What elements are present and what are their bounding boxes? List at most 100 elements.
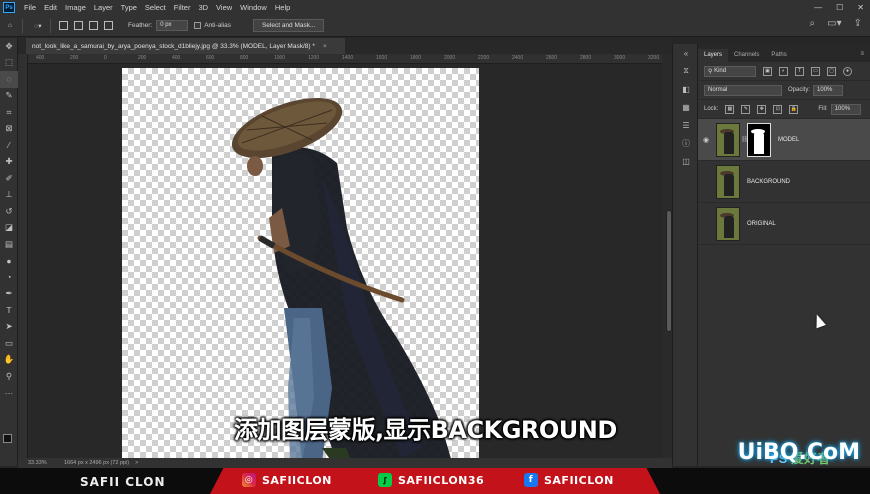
status-menu-arrow-icon[interactable]: >	[135, 460, 138, 466]
marquee-tool-icon[interactable]: ⬚	[0, 55, 18, 72]
lasso-tool-icon[interactable]: ◌	[0, 71, 18, 88]
swatches-icon[interactable]: ▦	[673, 98, 699, 116]
eraser-tool-icon[interactable]: ◪	[0, 220, 18, 237]
panel-menu-icon[interactable]: ≡	[854, 51, 870, 62]
crop-tool-icon[interactable]: ⌗	[0, 104, 18, 121]
filter-toggle-icon[interactable]: ●	[843, 66, 852, 76]
history-icon[interactable]: ⧖	[673, 62, 699, 80]
brush-tool-icon[interactable]: ✐	[0, 170, 18, 187]
menu-layer[interactable]: Layer	[90, 3, 117, 12]
blend-mode-select[interactable]: Normal	[704, 84, 782, 96]
pen-tool-icon[interactable]: ✒	[0, 286, 18, 303]
close-tab-icon[interactable]: ×	[323, 43, 327, 50]
add-selection-icon[interactable]	[74, 21, 83, 30]
select-and-mask-button[interactable]: Select and Mask...	[252, 19, 325, 32]
share-icon[interactable]: ⇪	[854, 18, 862, 29]
lock-image-icon[interactable]: ✎	[741, 104, 751, 114]
tab-channels[interactable]: Channels	[728, 49, 765, 62]
menu-view[interactable]: View	[212, 3, 236, 12]
info-icon[interactable]: ⓘ	[673, 134, 699, 152]
workspace-icon[interactable]: ▭▾	[827, 18, 841, 29]
rectangle-tool-icon[interactable]: ▭	[0, 335, 18, 352]
frame-tool-icon[interactable]: ⊠	[0, 121, 18, 138]
dodge-tool-icon[interactable]: ◔	[0, 269, 18, 286]
filter-shape-icon[interactable]: ▭	[811, 66, 820, 76]
filter-pixel-icon[interactable]: ▣	[763, 66, 772, 76]
new-selection-icon[interactable]	[59, 21, 68, 30]
subtract-selection-icon[interactable]	[89, 21, 98, 30]
lasso-preset-icon[interactable]: ◌▾	[31, 19, 45, 33]
filter-adjustment-icon[interactable]: ◐	[779, 66, 788, 76]
close-window-icon[interactable]: ✕	[857, 3, 864, 12]
layer-row-model[interactable]: ◉ ⛓ MODEL	[698, 119, 870, 161]
menu-file[interactable]: File	[20, 3, 40, 12]
menu-edit[interactable]: Edit	[40, 3, 61, 12]
facebook-text: SAFIICLON	[544, 473, 614, 487]
path-selection-tool-icon[interactable]: ➤	[0, 319, 18, 336]
menu-select[interactable]: Select	[141, 3, 170, 12]
lock-position-icon[interactable]: ✥	[757, 104, 767, 114]
filter-kind-select[interactable]: ⚲ Kind	[704, 65, 756, 77]
opacity-input[interactable]: 100%	[813, 84, 844, 96]
layer-row-original[interactable]: ORIGINAL	[698, 203, 870, 245]
clone-stamp-tool-icon[interactable]: ⊥	[0, 187, 18, 204]
filter-type-icon[interactable]: T	[795, 66, 804, 76]
layer-name: MODEL	[778, 136, 800, 143]
panel-icon-strip: « ⧖ ◧ ▦ ☰ ⓘ ◫	[672, 44, 698, 466]
history-brush-tool-icon[interactable]: ↺	[0, 203, 18, 220]
menu-help[interactable]: Help	[271, 3, 294, 12]
properties-icon[interactable]: ☰	[673, 116, 699, 134]
hand-tool-icon[interactable]: ✋	[0, 352, 18, 369]
deviantart-text: SAFIICLON36	[398, 473, 485, 487]
document-canvas[interactable]	[122, 68, 479, 458]
maximize-icon[interactable]: ☐	[836, 3, 843, 12]
intersect-selection-icon[interactable]	[104, 21, 113, 30]
layer-row-background[interactable]: BACKGROUND	[698, 161, 870, 203]
ruler-tick-label: 600	[206, 55, 215, 61]
lock-transparent-icon[interactable]: ▦	[725, 104, 735, 114]
minimize-icon[interactable]: —	[814, 3, 822, 12]
zoom-tool-icon[interactable]: ⚲	[0, 368, 18, 385]
healing-brush-tool-icon[interactable]: ✚	[0, 154, 18, 171]
more-tools-icon[interactable]: ···	[0, 385, 18, 402]
quick-selection-tool-icon[interactable]: ✎	[0, 88, 18, 105]
window-controls: — ☐ ✕	[814, 0, 864, 15]
layer-thumbnail	[716, 206, 740, 241]
color-icon[interactable]: ◧	[673, 80, 699, 98]
feather-input[interactable]: 0 px	[156, 20, 189, 31]
vertical-scrollbar[interactable]	[662, 54, 672, 458]
tab-paths[interactable]: Paths	[765, 49, 792, 62]
collapse-panels-icon[interactable]: «	[673, 44, 699, 62]
status-bar: 33.33% 1664 px x 2496 px (72 ppi) >	[18, 458, 672, 468]
layer-mask-thumbnail[interactable]	[747, 122, 771, 157]
menu-type[interactable]: Type	[117, 3, 141, 12]
home-icon[interactable]: ⌂	[3, 19, 17, 33]
gradient-tool-icon[interactable]: ▤	[0, 236, 18, 253]
eyedropper-tool-icon[interactable]: ⁄	[0, 137, 18, 154]
type-tool-icon[interactable]: T	[0, 302, 18, 319]
video-subtitle: 添加图层蒙版,显示BACKGROUND	[234, 416, 617, 444]
fill-label: Fill:	[818, 106, 828, 112]
fill-input[interactable]: 100%	[830, 103, 861, 115]
libraries-icon[interactable]: ◫	[673, 152, 699, 170]
menu-window[interactable]: Window	[236, 3, 271, 12]
document-tab[interactable]: not_look_like_a_samurai_by_arya_poenya_s…	[26, 38, 345, 54]
lock-all-icon[interactable]: 🔒	[789, 104, 799, 114]
antialias-checkbox[interactable]	[194, 22, 202, 29]
tab-layers[interactable]: Layers	[698, 49, 729, 62]
deviantart-handle: ꭍ SAFIICLON36	[378, 473, 484, 487]
canvas-workspace[interactable]	[28, 64, 662, 458]
search-icon[interactable]: ⌕	[810, 18, 816, 29]
move-tool-icon[interactable]: ✥	[0, 38, 18, 55]
blur-tool-icon[interactable]: ●	[0, 253, 18, 270]
instagram-icon: ◎	[242, 473, 256, 487]
visibility-eye-icon[interactable]: ◉	[698, 136, 714, 144]
menu-filter[interactable]: Filter	[170, 3, 195, 12]
menu-3d[interactable]: 3D	[194, 3, 212, 12]
zoom-level[interactable]: 33.33%	[28, 460, 58, 466]
menu-image[interactable]: Image	[61, 3, 90, 12]
lock-artboard-icon[interactable]: ⊡	[773, 104, 783, 114]
foreground-color-swatch[interactable]	[3, 434, 12, 443]
document-tab-title: not_look_like_a_samurai_by_arya_poenya_s…	[32, 42, 315, 50]
filter-smart-object-icon[interactable]: ▢	[827, 66, 836, 76]
